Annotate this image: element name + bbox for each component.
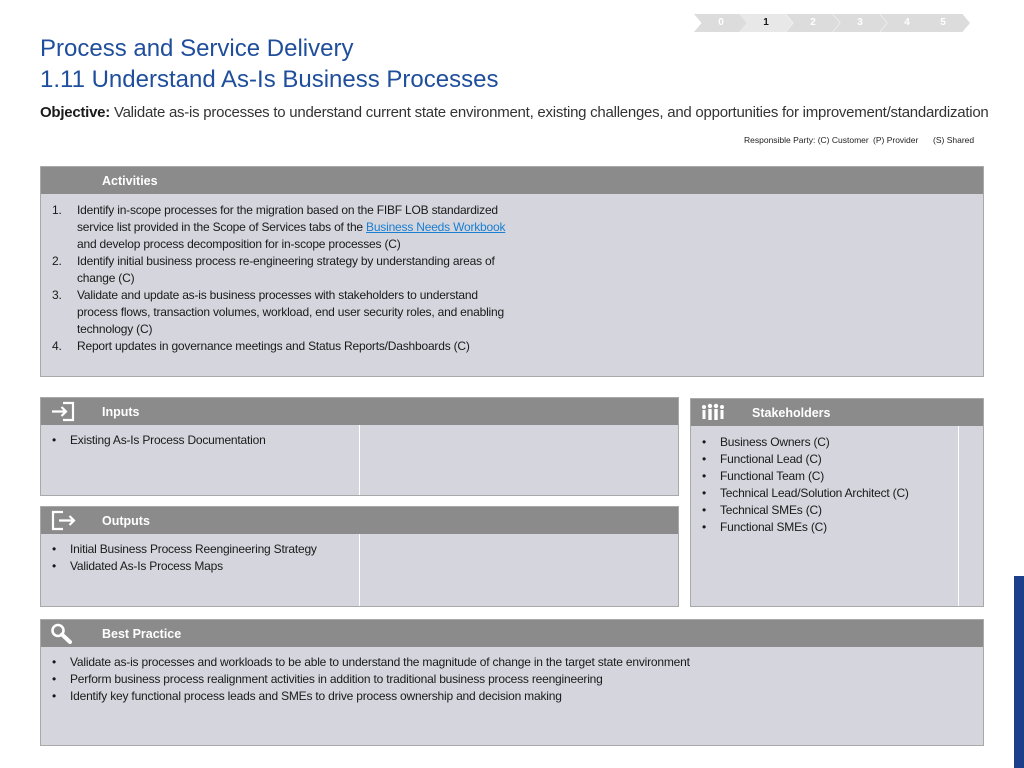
list-item: • Technical SMEs (C) — [700, 502, 955, 519]
list-item: • Existing As-Is Process Documentation — [50, 432, 350, 449]
bullet: • — [52, 559, 57, 573]
activities-list: 1. Identify in-scope processes for the m… — [41, 202, 511, 355]
output-text: Validated As-Is Process Maps — [70, 559, 223, 573]
list-item: • Identify key functional process leads a… — [50, 688, 950, 705]
output-text: Initial Business Process Reengineering S… — [70, 542, 317, 556]
list-item: • Functional Team (C) — [700, 468, 955, 485]
stakeholder-text: Technical SMEs (C) — [720, 503, 822, 517]
stakeholders-panel: Stakeholders • Business Owners (C) • Funct… — [690, 398, 984, 607]
list-item: 1. Identify in-scope processes for the m… — [41, 202, 511, 253]
phase-stepper: 0 1 2 3 4 5 — [694, 14, 970, 32]
outputs-header: Outputs — [41, 507, 678, 534]
outputs-panel: Outputs • Initial Business Process Reengi… — [40, 506, 679, 607]
stakeholders-title: Stakeholders — [752, 406, 831, 420]
list-item: • Initial Business Process Reengineering … — [50, 541, 350, 558]
phase-step-3[interactable]: 3 — [833, 14, 887, 32]
inputs-header: Inputs — [41, 398, 678, 425]
list-number: 1. — [52, 203, 62, 217]
list-item: • Functional Lead (C) — [700, 451, 955, 468]
business-needs-workbook-link[interactable]: Business Needs Workbook — [366, 220, 505, 234]
activities-title: Activities — [102, 174, 158, 188]
sign-in-icon — [52, 401, 75, 422]
list-number: 2. — [52, 254, 62, 268]
list-item: • Technical Lead/Solution Architect (C) — [700, 485, 955, 502]
list-item: 2. Identify initial business process re-… — [41, 253, 511, 287]
outputs-list: • Initial Business Process Reengineering … — [50, 541, 350, 575]
list-item: 4. Report updates in governance meetings… — [41, 338, 511, 355]
phase-step-1[interactable]: 1 — [739, 14, 793, 32]
objective-text: Validate as-is processes to understand c… — [110, 104, 989, 121]
divider — [359, 534, 360, 606]
stakeholder-text: Functional Lead (C) — [720, 452, 822, 466]
divider — [359, 425, 360, 495]
list-number: 3. — [52, 288, 62, 302]
practice-text: Perform business process realignment act… — [70, 672, 603, 686]
stakeholder-text: Technical Lead/Solution Architect (C) — [720, 486, 909, 500]
best-practice-panel: Best Practice • Validate as-is processes … — [40, 619, 984, 746]
best-practice-header: Best Practice — [41, 620, 983, 647]
bullet: • — [702, 503, 707, 517]
activity-text: Report updates in governance meetings an… — [77, 339, 470, 353]
input-text: Existing As-Is Process Documentation — [70, 433, 266, 447]
bullet: • — [702, 486, 707, 500]
bullet: • — [702, 469, 707, 483]
bullet: • — [702, 520, 707, 534]
list-number: 4. — [52, 339, 62, 353]
stakeholders-header: Stakeholders — [691, 399, 983, 426]
bullet: • — [52, 433, 57, 447]
phase-step-2[interactable]: 2 — [786, 14, 840, 32]
side-accent-bar — [1014, 576, 1024, 768]
list-item: • Functional SMEs (C) — [700, 519, 955, 536]
stakeholders-list: • Business Owners (C) • Functional Lead (C… — [700, 434, 955, 536]
practice-text: Identify key functional process leads an… — [70, 689, 562, 703]
bullet: • — [702, 452, 707, 466]
stakeholder-text: Business Owners (C) — [720, 435, 830, 449]
magnifier-icon — [51, 623, 72, 644]
activities-header: Activities — [41, 167, 983, 194]
list-item: 3. Validate and update as-is business pr… — [41, 287, 511, 338]
bullet: • — [52, 542, 57, 556]
outputs-title: Outputs — [102, 514, 150, 528]
phase-step-0[interactable]: 0 — [694, 14, 748, 32]
best-practice-title: Best Practice — [102, 627, 182, 641]
bullet: • — [52, 672, 57, 686]
bullet: • — [702, 435, 707, 449]
best-practice-list: • Validate as-is processes and workloads … — [50, 654, 950, 705]
phase-step-5[interactable]: 5 — [916, 14, 970, 32]
objective-statement: Objective: Validate as-is processes to u… — [40, 104, 989, 121]
practice-text: Validate as-is processes and workloads t… — [70, 655, 690, 669]
people-group-icon — [702, 403, 724, 420]
activity-text: Identify initial business process re-eng… — [77, 254, 495, 285]
inputs-panel: Inputs • Existing As-Is Process Documenta… — [40, 397, 679, 496]
stakeholder-text: Functional Team (C) — [720, 469, 825, 483]
list-item: • Business Owners (C) — [700, 434, 955, 451]
responsible-party-shared: (S) Shared — [933, 135, 975, 145]
activity-text-cont: and develop process decomposition for in… — [77, 237, 401, 251]
objective-label: Objective: — [40, 104, 111, 121]
bullet: • — [52, 655, 57, 669]
stakeholder-text: Functional SMEs (C) — [720, 520, 827, 534]
inputs-title: Inputs — [102, 405, 140, 419]
activities-panel: Activities 1. Identify in-scope processe… — [40, 166, 984, 377]
responsible-party-customer: Responsible Party: (C) Customer — [744, 135, 869, 145]
inputs-list: • Existing As-Is Process Documentation — [50, 432, 350, 449]
divider — [958, 426, 959, 606]
page-title: Process and Service Delivery — [40, 35, 354, 62]
list-item: • Perform business process realignment ac… — [50, 671, 950, 688]
responsible-party-provider: (P) Provider — [873, 135, 919, 145]
activity-text: Validate and update as-is business proce… — [77, 288, 504, 336]
sign-out-icon — [51, 510, 76, 531]
list-item: • Validate as-is processes and workloads … — [50, 654, 950, 671]
bullet: • — [52, 689, 57, 703]
list-item: • Validated As-Is Process Maps — [50, 558, 350, 575]
page-subtitle: 1.11 Understand As-Is Business Processes — [40, 66, 499, 93]
